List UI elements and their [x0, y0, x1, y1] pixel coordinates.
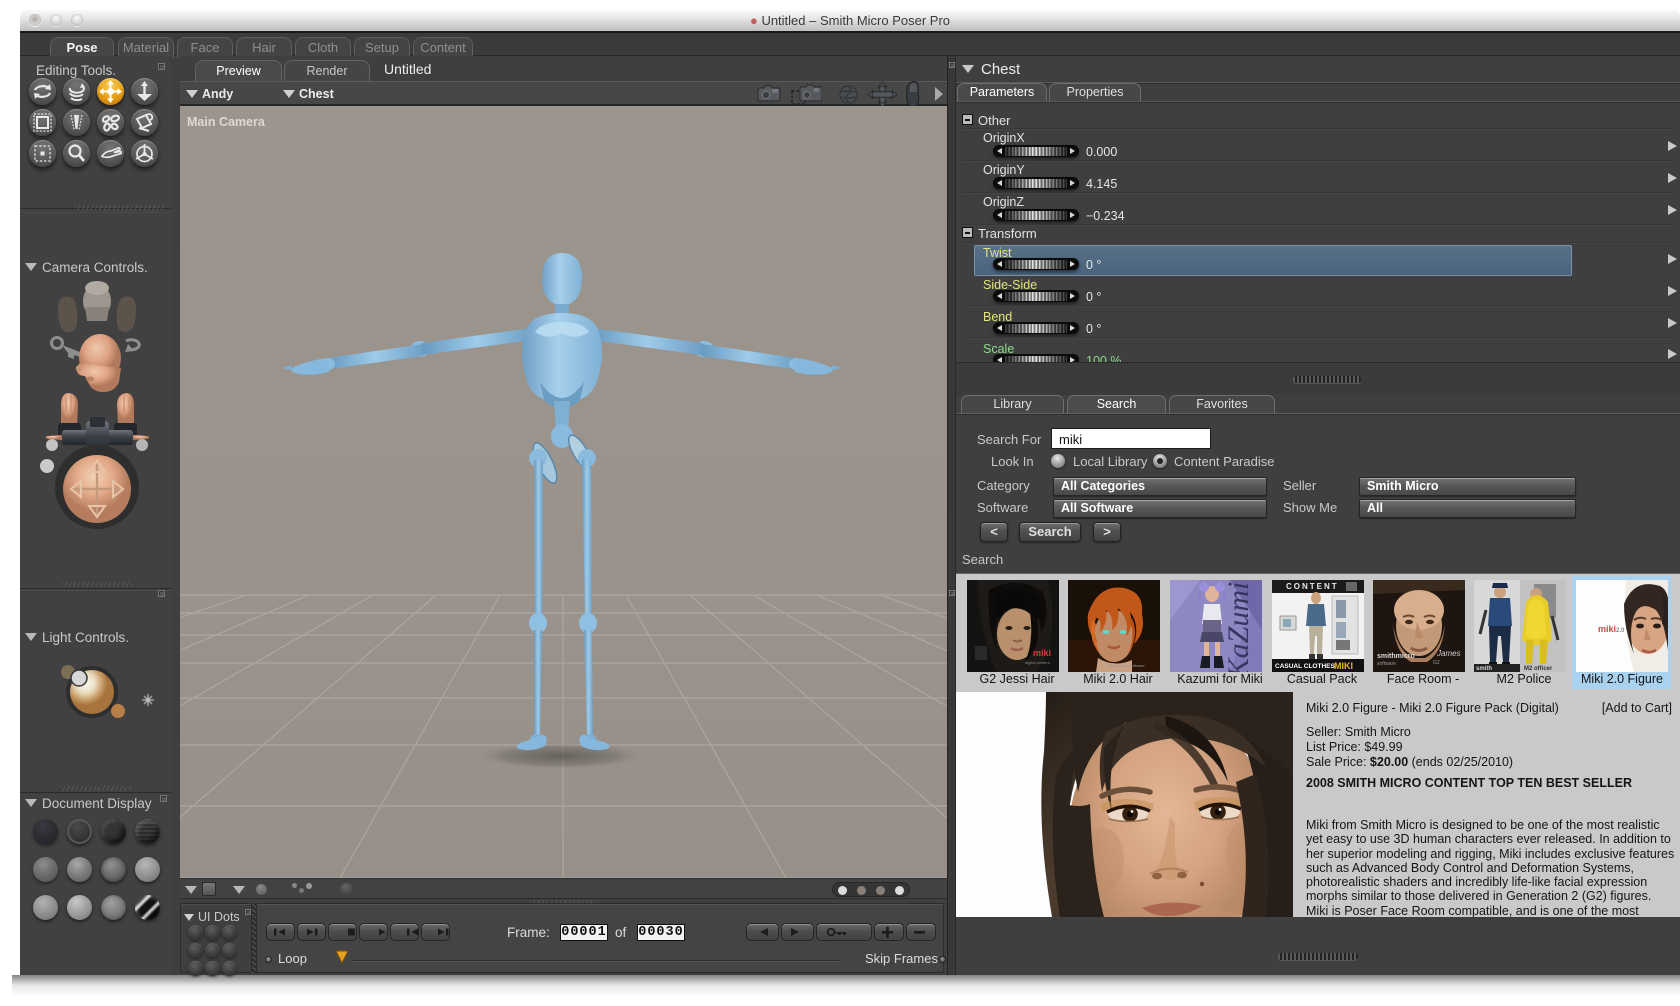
svg-text:James: James	[1436, 649, 1461, 658]
svg-text:smithmicro: smithmicro	[1377, 653, 1415, 660]
svg-text:digital content: digital content	[1025, 660, 1051, 665]
svg-text:KaZumi: KaZumi	[1222, 582, 1255, 672]
svg-text:CASUAL CLOTHES: CASUAL CLOTHES	[1275, 663, 1335, 670]
svg-text:miki: miki	[1033, 648, 1051, 658]
svg-text:G2: G2	[1433, 660, 1440, 666]
svg-text:smith micro software: smith micro software	[1108, 663, 1145, 668]
svg-text:software: software	[1377, 661, 1396, 667]
svg-text:CONTENT: CONTENT	[1286, 582, 1339, 591]
svg-text:MIKI: MIKI	[1334, 661, 1353, 671]
